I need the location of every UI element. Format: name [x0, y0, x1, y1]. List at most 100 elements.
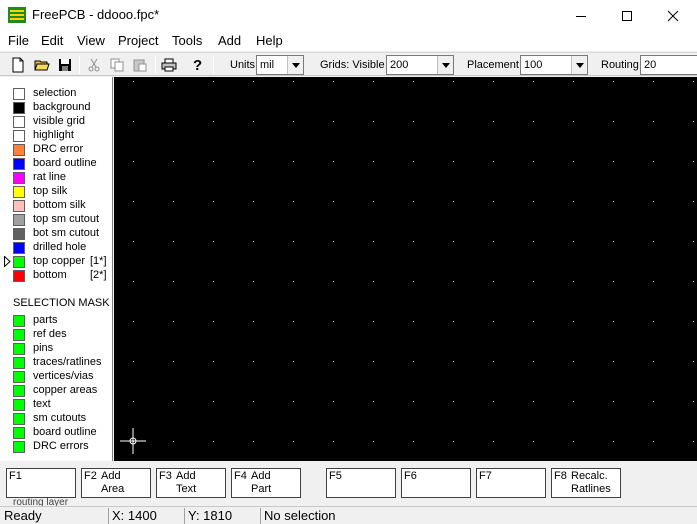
- grid-dot: [213, 121, 214, 122]
- layer-row[interactable]: highlight: [0, 129, 113, 143]
- layer-color-swatch[interactable]: [13, 116, 25, 128]
- mask-row[interactable]: text: [0, 398, 113, 412]
- cut-icon: [88, 58, 100, 72]
- mask-row[interactable]: board outline: [0, 426, 113, 440]
- grid-dot: [133, 201, 134, 202]
- chevron-down-icon[interactable]: [571, 56, 587, 74]
- menu-add[interactable]: Add: [218, 33, 241, 48]
- minimize-button[interactable]: [558, 0, 604, 31]
- layer-row[interactable]: board outline: [0, 157, 113, 171]
- mask-checkbox[interactable]: [13, 315, 25, 327]
- menu-tools[interactable]: Tools: [172, 33, 202, 48]
- layer-row[interactable]: visible grid: [0, 115, 113, 129]
- new-button[interactable]: [8, 55, 28, 75]
- close-button[interactable]: [650, 0, 696, 31]
- units-select[interactable]: mil: [256, 55, 304, 75]
- grid-dot: [213, 161, 214, 162]
- layer-row[interactable]: rat line: [0, 171, 113, 185]
- grid-dot: [173, 81, 174, 82]
- mask-row[interactable]: vertices/vias: [0, 370, 113, 384]
- mask-checkbox[interactable]: [13, 413, 25, 425]
- mask-row[interactable]: parts: [0, 314, 113, 328]
- layer-color-swatch[interactable]: [13, 130, 25, 142]
- function-key-label: Add Part: [251, 470, 272, 495]
- mask-checkbox[interactable]: [13, 441, 25, 453]
- layer-label: top copper: [33, 255, 85, 267]
- layer-row[interactable]: top silk: [0, 185, 113, 199]
- grid-dot: [653, 161, 654, 162]
- function-key-f6[interactable]: F6: [401, 468, 471, 498]
- mask-row[interactable]: traces/ratlines: [0, 356, 113, 370]
- menu-help[interactable]: Help: [256, 33, 283, 48]
- function-key-f3[interactable]: F3 Add Text: [156, 468, 226, 498]
- menu-project[interactable]: Project: [118, 33, 158, 48]
- help-button[interactable]: ?: [188, 55, 208, 75]
- mask-row[interactable]: ref des: [0, 328, 113, 342]
- mask-checkbox[interactable]: [13, 399, 25, 411]
- layer-row[interactable]: bottom silk: [0, 199, 113, 213]
- function-key-f5[interactable]: F5: [326, 468, 396, 498]
- mask-checkbox[interactable]: [13, 357, 25, 369]
- layer-color-swatch[interactable]: [13, 200, 25, 212]
- layer-color-swatch[interactable]: [13, 172, 25, 184]
- routing-grid-select[interactable]: 20: [640, 55, 697, 75]
- grid-dot: [573, 241, 574, 242]
- mask-row[interactable]: sm cutouts: [0, 412, 113, 426]
- print-button[interactable]: [159, 55, 179, 75]
- paste-button[interactable]: [130, 55, 150, 75]
- mask-checkbox[interactable]: [13, 343, 25, 355]
- menu-edit[interactable]: Edit: [41, 33, 63, 48]
- layer-color-swatch[interactable]: [13, 256, 25, 268]
- grid-dot: [133, 161, 134, 162]
- grid-dot: [533, 81, 534, 82]
- maximize-button[interactable]: [604, 0, 650, 31]
- function-key-f7[interactable]: F7: [476, 468, 546, 498]
- copy-button[interactable]: [107, 55, 127, 75]
- mask-checkbox[interactable]: [13, 329, 25, 341]
- cut-button[interactable]: [84, 55, 104, 75]
- svg-text:?: ?: [193, 57, 202, 73]
- layer-row[interactable]: top sm cutout: [0, 213, 113, 227]
- grid-dot: [373, 121, 374, 122]
- layer-color-swatch[interactable]: [13, 214, 25, 226]
- layer-color-swatch[interactable]: [13, 186, 25, 198]
- chevron-down-icon[interactable]: [437, 56, 453, 74]
- layer-row[interactable]: drilled hole: [0, 241, 113, 255]
- mask-checkbox[interactable]: [13, 385, 25, 397]
- layer-color-swatch[interactable]: [13, 144, 25, 156]
- layer-color-swatch[interactable]: [13, 102, 25, 114]
- mask-label: vertices/vias: [33, 370, 94, 382]
- menu-view[interactable]: View: [77, 33, 105, 48]
- chevron-down-icon[interactable]: [287, 56, 303, 74]
- layer-color-swatch[interactable]: [13, 88, 25, 100]
- layer-row[interactable]: DRC error: [0, 143, 113, 157]
- mask-row[interactable]: copper areas: [0, 384, 113, 398]
- layer-color-swatch[interactable]: [13, 270, 25, 282]
- layer-row[interactable]: selection: [0, 87, 113, 101]
- layer-row[interactable]: top copper [1*]: [0, 255, 113, 269]
- layer-row[interactable]: bot sm cutout: [0, 227, 113, 241]
- function-key-f2[interactable]: F2 Add Area: [81, 468, 151, 498]
- layer-row[interactable]: bottom [2*]: [0, 269, 113, 283]
- mask-row[interactable]: pins: [0, 342, 113, 356]
- grid-dot: [333, 201, 334, 202]
- layer-color-swatch[interactable]: [13, 158, 25, 170]
- function-key-f8[interactable]: F8 Recalc. Ratlines: [551, 468, 621, 498]
- layer-color-swatch[interactable]: [13, 228, 25, 240]
- menu-file[interactable]: File: [8, 33, 29, 48]
- grid-dot: [133, 321, 134, 322]
- function-key-f4[interactable]: F4 Add Part: [231, 468, 301, 498]
- grid-dot: [613, 441, 614, 442]
- open-button[interactable]: [32, 55, 52, 75]
- grid-visible-select[interactable]: 200: [386, 55, 454, 75]
- save-button[interactable]: [55, 55, 75, 75]
- layer-row[interactable]: background: [0, 101, 113, 115]
- pcb-canvas[interactable]: [114, 77, 697, 461]
- grid-dot: [653, 81, 654, 82]
- mask-row[interactable]: DRC errors: [0, 440, 113, 454]
- function-key-f1[interactable]: F1: [6, 468, 76, 498]
- layer-color-swatch[interactable]: [13, 242, 25, 254]
- placement-grid-select[interactable]: 100: [520, 55, 588, 75]
- mask-checkbox[interactable]: [13, 371, 25, 383]
- mask-checkbox[interactable]: [13, 427, 25, 439]
